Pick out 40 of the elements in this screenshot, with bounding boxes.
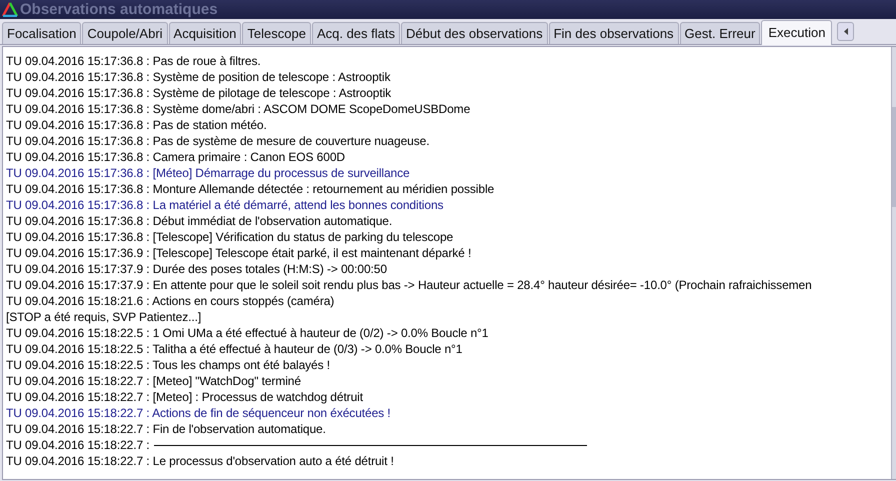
log-line: TU 09.04.2016 15:17:36.8 : [Telescope] Vérification du status de parking du telescope <box>6 230 454 244</box>
log-line: TU 09.04.2016 15:17:37.9 : Durée des poses totales (H:M:S) -> 00:00:50 <box>6 262 387 276</box>
tab[interactable]: Acq. des flats <box>312 22 400 44</box>
log-line: TU 09.04.2016 15:18:21.6 : Actions en cours stoppés (caméra) <box>6 294 334 308</box>
log-line: TU 09.04.2016 15:18:22.5 : Tous les champs ont été balayés ! <box>6 358 330 372</box>
log-line: TU 09.04.2016 15:17:37.9 : En attente pour que le soleil soit rendu plus bas -> Hauteur actuelle = 28.4° hauteur désirée= -10.0° (Prochain rafraichissemen <box>6 278 812 292</box>
log-line: TU 09.04.2016 15:17:36.8 : [Méteo] Démarrage du processus de surveillance <box>6 166 410 180</box>
log-line: TU 09.04.2016 15:17:36.8 : Monture Allemande détectée : retournement au méridien possible <box>6 182 494 196</box>
log-line: TU 09.04.2016 15:18:22.7 : [Meteo] : Processus de watchdog détruit <box>6 390 363 404</box>
left-arrow-icon <box>844 28 848 35</box>
log-line: TU 09.04.2016 15:17:36.9 : [Telescope] Telescope était parké, il est maintenant déparké ! <box>6 246 472 260</box>
scroll-left-button[interactable] <box>837 22 854 41</box>
tab[interactable]: Fin des observations <box>548 22 679 44</box>
tab[interactable]: Acquisition <box>168 22 242 44</box>
log-line: TU 09.04.2016 15:18:22.5 : 1 Omi UMa a été effectué à hauteur de (0/2) -> 0.0% Boucle n°1 <box>6 326 488 340</box>
log-line: [STOP a été requis, SVP Patientez...] <box>6 310 202 324</box>
log-line: TU 09.04.2016 15:17:36.8 : Système de position de telescope : Astrooptik <box>6 70 390 84</box>
tab[interactable]: Coupole/Abri <box>82 22 168 44</box>
log-line: TU 09.04.2016 15:18:22.7 : [Meteo] "WatchDog" terminé <box>6 374 301 388</box>
log-line: TU 09.04.2016 15:17:36.8 : Début immédiat de l'observation automatique. <box>6 214 392 228</box>
log-line: TU 09.04.2016 15:17:36.8 : Camera primaire : Canon EOS 600D <box>6 150 345 164</box>
scrollbar[interactable] <box>891 47 896 479</box>
log-line: TU 09.04.2016 15:17:36.8 : Système de pilotage de telescope : Astrooptik <box>6 86 392 100</box>
log-line: TU 09.04.2016 15:17:36.8 : Système dome/abri : ASCOM DOME ScopeDomeUSBDome <box>6 102 470 116</box>
tab[interactable]: Telescope <box>242 22 311 44</box>
tab[interactable]: Gest. Erreur <box>680 22 760 44</box>
log-line: TU 09.04.2016 15:18:22.7 : <box>6 438 150 452</box>
tab[interactable]: Début des observations <box>401 22 548 44</box>
log-line: TU 09.04.2016 15:17:36.8 : Pas de station météo. <box>6 118 267 132</box>
log-line: TU 09.04.2016 15:17:36.8 : La matériel a été démarré, attend les bonnes conditions <box>6 198 444 212</box>
tab[interactable]: Focalisation <box>2 22 82 44</box>
tab[interactable]: Execution <box>761 20 832 45</box>
log-line: TU 09.04.2016 15:18:22.5 : Talitha a été effectué à hauteur de (0/3) -> 0.0% Boucle n°1 <box>6 342 462 356</box>
log-line: TU 09.04.2016 15:17:36.8 : Pas de système de mesure de couverture nuageuse. <box>6 134 430 148</box>
log-line: TU 09.04.2016 15:18:22.7 : Actions de fin de séquenceur non éxécutées ! <box>6 406 391 420</box>
log-line: TU 09.04.2016 15:18:22.7 : Le processus d'observation auto a été détruit ! <box>6 454 394 468</box>
app-logo-icon <box>2 2 18 17</box>
window-title: Observations automatiques <box>20 1 218 18</box>
log-line: TU 09.04.2016 15:18:22.7 : Fin de l'observation automatique. <box>6 422 326 436</box>
log-line: TU 09.04.2016 15:17:36.8 : Pas de roue à filtres. <box>6 54 261 68</box>
